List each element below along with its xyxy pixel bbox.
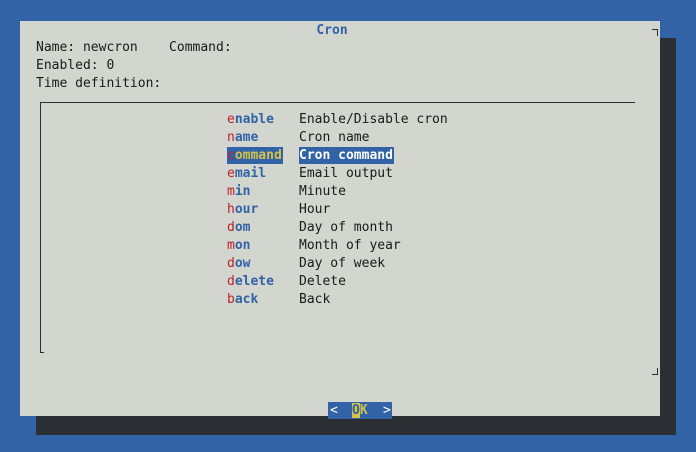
- menu-item-hotkey: c: [227, 148, 235, 163]
- menu-item-tag-rest: ame: [234, 130, 259, 145]
- menu-item-hotkey: d: [227, 220, 235, 235]
- menu-item-description: Cron command: [299, 147, 394, 164]
- menu-item-description: Enable/Disable cron: [299, 112, 448, 127]
- ok-button-label-rest: K: [359, 403, 368, 418]
- ok-button-left-bracket: <: [330, 403, 338, 418]
- name-command-line: Name: newcron Command:: [36, 40, 232, 55]
- menu-item-tag: email: [227, 165, 283, 182]
- cron-dialog: Cron Name: newcron Command: Enabled: 0 T…: [20, 21, 660, 419]
- ok-button-hotkey: O: [352, 403, 360, 418]
- dialog-right-edge-top: [652, 29, 658, 36]
- menu-item-tag: mon: [227, 237, 283, 254]
- menu-item-description: Delete: [299, 274, 346, 289]
- menu-box-left-border: [40, 102, 41, 352]
- menu-item-hotkey: m: [227, 238, 235, 253]
- menu-item-hotkey: h: [227, 202, 235, 217]
- dialog-title: Cron: [20, 23, 644, 39]
- menu-item-hotkey: n: [227, 130, 235, 145]
- menu-box-top-border: [40, 102, 635, 103]
- menu-item-tag: hour: [227, 201, 283, 218]
- menu-item-tag-rest: ommand: [234, 148, 282, 163]
- menu-item-description: Email output: [299, 166, 393, 181]
- dialog-right-edge-bottom: [652, 368, 658, 375]
- menu-item-hotkey: b: [227, 292, 235, 307]
- menu-item-description: Day of month: [299, 220, 393, 235]
- menu-box-corner: [40, 348, 44, 353]
- menu-item-tag-rest: nable: [234, 112, 274, 127]
- menu-item-description: Month of year: [299, 238, 401, 253]
- ok-button-label: OK: [352, 402, 368, 419]
- menu-item-tag: dow: [227, 255, 283, 272]
- menu-item-hotkey: e: [227, 166, 235, 181]
- menu-item-tag-rest: om: [234, 220, 251, 235]
- menu-item-tag-rest: in: [234, 184, 251, 199]
- menu-item-hotkey: m: [227, 184, 235, 199]
- menu-item-description: Minute: [299, 184, 346, 199]
- menu-item-tag: name: [227, 129, 283, 146]
- menu-item-tag: command: [227, 147, 283, 164]
- menu-item-tag: enable: [227, 111, 283, 128]
- menu-item-hotkey: d: [227, 274, 235, 289]
- menu-item-description: Back: [299, 292, 331, 307]
- menu-item-tag-rest: ow: [234, 256, 251, 271]
- menu-item-tag: back: [227, 291, 283, 308]
- time-definition-line: Time definition:: [36, 76, 162, 91]
- menu-item-tag-rest: on: [234, 238, 251, 253]
- ok-button[interactable]: < OK >: [328, 402, 392, 419]
- menu-item-description: Cron name: [299, 130, 370, 145]
- menu-item-tag-rest: ack: [234, 292, 259, 307]
- menu-item-description: Day of week: [299, 256, 386, 271]
- menu-item-tag: min: [227, 183, 283, 200]
- ok-button-right-bracket: >: [383, 403, 391, 418]
- terminal-screen: Cron Name: newcron Command: Enabled: 0 T…: [0, 0, 696, 452]
- menu-item-tag-rest: elete: [234, 274, 274, 289]
- enabled-line: Enabled: 0: [36, 58, 115, 73]
- menu-item-tag: dom: [227, 219, 283, 236]
- menu-item-hotkey: d: [227, 256, 235, 271]
- menu-item-description: Hour: [299, 202, 331, 217]
- dialog-title-text: Cron: [312, 23, 352, 38]
- menu-item-hotkey: e: [227, 112, 235, 127]
- menu-item-tag-rest: our: [234, 202, 259, 217]
- menu-item-tag: delete: [227, 273, 283, 290]
- menu-item-tag-rest: mail: [234, 166, 267, 181]
